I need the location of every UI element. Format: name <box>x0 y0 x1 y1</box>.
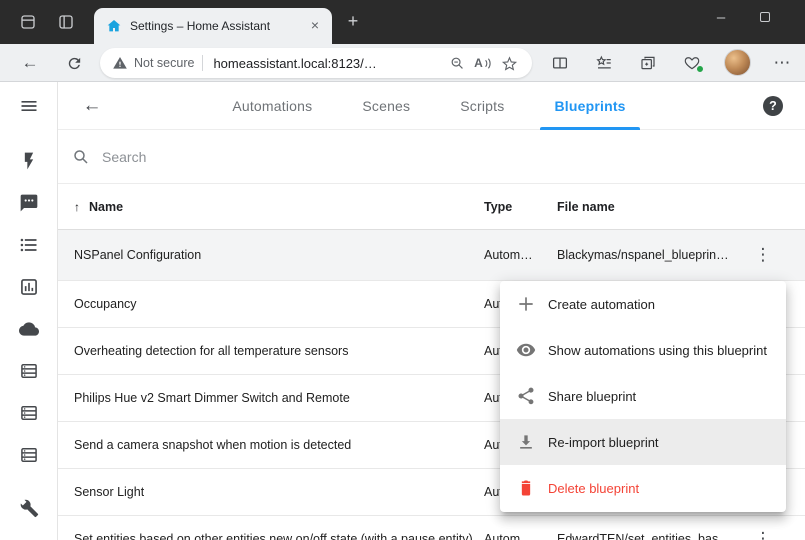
home-assistant-favicon-icon <box>106 18 122 34</box>
tab-label: Scenes <box>362 98 410 114</box>
browser-window: Settings – Home Assistant × + – × ← Not … <box>0 0 805 540</box>
eye-icon <box>514 338 538 362</box>
help-icon[interactable]: ? <box>763 96 783 116</box>
sidebar-item-energy[interactable] <box>17 149 41 173</box>
row-menu-kebab-icon[interactable]: ⋮ <box>751 245 775 265</box>
tab-label: Automations <box>232 98 312 114</box>
tab-label: Blueprints <box>554 98 625 114</box>
not-secure-warning-icon <box>112 55 128 71</box>
search-input[interactable] <box>102 149 402 165</box>
search-icon <box>72 148 90 166</box>
maximize-icon[interactable] <box>745 0 785 34</box>
sidebar-item-list[interactable] <box>17 233 41 257</box>
ha-app: ← Automations Scenes Scripts Blueprints … <box>0 82 805 540</box>
menu-item-delete-blueprint[interactable]: Delete blueprint <box>500 465 786 511</box>
menu-item-label: Delete blueprint <box>548 481 639 496</box>
row-name: Occupancy <box>74 297 137 311</box>
ha-sidebar <box>0 82 58 540</box>
url-text[interactable]: homeassistant.local:8123/… <box>213 56 444 71</box>
close-tab-icon[interactable]: × <box>306 17 324 35</box>
sidebar-item-history[interactable] <box>17 275 41 299</box>
zoom-out-icon[interactable] <box>444 50 470 76</box>
menu-item-label: Create automation <box>548 297 655 312</box>
share-icon <box>514 384 538 408</box>
menu-item-label: Share blueprint <box>548 389 636 404</box>
header-file[interactable]: File name <box>557 200 615 214</box>
status-green-dot <box>696 65 704 73</box>
security-label[interactable]: Not secure <box>134 56 194 70</box>
browser-titlebar: Settings – Home Assistant × + – × <box>0 0 805 44</box>
browser-toolbar: ← Not secure homeassistant.local:8123/… … <box>0 44 805 82</box>
tab-scripts[interactable]: Scripts <box>446 82 518 130</box>
back-icon[interactable]: ← <box>16 50 44 76</box>
more-icon[interactable]: ⋯ <box>768 50 796 76</box>
address-bar[interactable]: Not secure homeassistant.local:8123/… A <box>100 48 532 78</box>
download-icon <box>514 430 538 454</box>
menu-item-label: Show automations using this blueprint <box>548 343 767 358</box>
row-file: EdwardTEN/set_entities_bas… <box>557 532 731 540</box>
ha-topbar: ← Automations Scenes Scripts Blueprints … <box>58 82 805 130</box>
new-tab-button[interactable]: + <box>342 11 364 33</box>
plus-icon <box>514 292 538 316</box>
profile-avatar[interactable] <box>724 49 751 76</box>
tab-automations[interactable]: Automations <box>218 82 326 130</box>
trash-icon <box>514 476 538 500</box>
menu-item-share-blueprint[interactable]: Share blueprint <box>500 373 786 419</box>
tab-title: Settings – Home Assistant <box>130 19 306 33</box>
row-file: Blackymas/nspanel_blueprin… <box>557 248 729 262</box>
tab-scenes[interactable]: Scenes <box>348 82 424 130</box>
sidebar-item-server-2[interactable] <box>17 401 41 425</box>
menu-item-reimport-blueprint[interactable]: Re-import blueprint <box>500 419 786 465</box>
sidebar-item-chat[interactable] <box>17 191 41 215</box>
sidebar-item-tools[interactable] <box>17 496 41 520</box>
row-type: Autom… <box>484 248 533 262</box>
header-type[interactable]: Type <box>484 200 512 214</box>
ha-tabs: Automations Scenes Scripts Blueprints <box>158 82 700 130</box>
row-name: Send a camera snapshot when motion is de… <box>74 438 351 452</box>
address-divider <box>202 55 203 71</box>
search-row <box>58 130 805 184</box>
menu-item-show-automations[interactable]: Show automations using this blueprint <box>500 327 786 373</box>
sidebar-item-server-3[interactable] <box>17 443 41 467</box>
menu-item-label: Re-import blueprint <box>548 435 659 450</box>
table-header: ↑Name Type File name <box>58 184 805 230</box>
favorite-star-icon[interactable] <box>496 50 522 76</box>
read-aloud-icon[interactable]: A <box>470 50 496 76</box>
browser-essentials-icon[interactable] <box>678 50 706 76</box>
row-name: Set entities based on other entities new… <box>74 532 473 540</box>
row-name: NSPanel Configuration <box>74 248 201 262</box>
sidebar-item-server-1[interactable] <box>17 359 41 383</box>
minimize-icon[interactable]: – <box>701 0 741 34</box>
table-row[interactable]: NSPanel Configuration Autom… Blackymas/n… <box>58 230 805 281</box>
browser-tab[interactable]: Settings – Home Assistant × <box>94 8 332 44</box>
row-name: Philips Hue v2 Smart Dimmer Switch and R… <box>74 391 350 405</box>
split-screen-icon[interactable] <box>546 50 574 76</box>
row-name: Sensor Light <box>74 485 144 499</box>
refresh-icon[interactable] <box>60 50 88 76</box>
ha-back-icon[interactable]: ← <box>80 94 104 118</box>
table-row[interactable]: Set entities based on other entities new… <box>58 516 805 540</box>
row-menu-kebab-icon[interactable]: ⋮ <box>751 529 775 540</box>
collections-icon[interactable] <box>634 50 662 76</box>
workspaces-icon[interactable] <box>14 8 42 36</box>
sort-up-icon: ↑ <box>74 200 80 214</box>
hamburger-menu-icon[interactable] <box>17 94 41 118</box>
context-menu: Create automation Show automations using… <box>500 281 786 512</box>
header-name[interactable]: ↑Name <box>74 200 123 214</box>
close-window-icon[interactable]: × <box>789 0 805 34</box>
sidebar-item-cloud[interactable] <box>17 317 41 341</box>
row-name: Overheating detection for all temperatur… <box>74 344 348 358</box>
tab-blueprints[interactable]: Blueprints <box>540 82 639 130</box>
menu-item-create-automation[interactable]: Create automation <box>500 281 786 327</box>
favorites-icon[interactable] <box>590 50 618 76</box>
row-type: Autom… <box>484 532 533 540</box>
tab-actions-icon[interactable] <box>52 8 80 36</box>
tab-label: Scripts <box>460 98 504 114</box>
